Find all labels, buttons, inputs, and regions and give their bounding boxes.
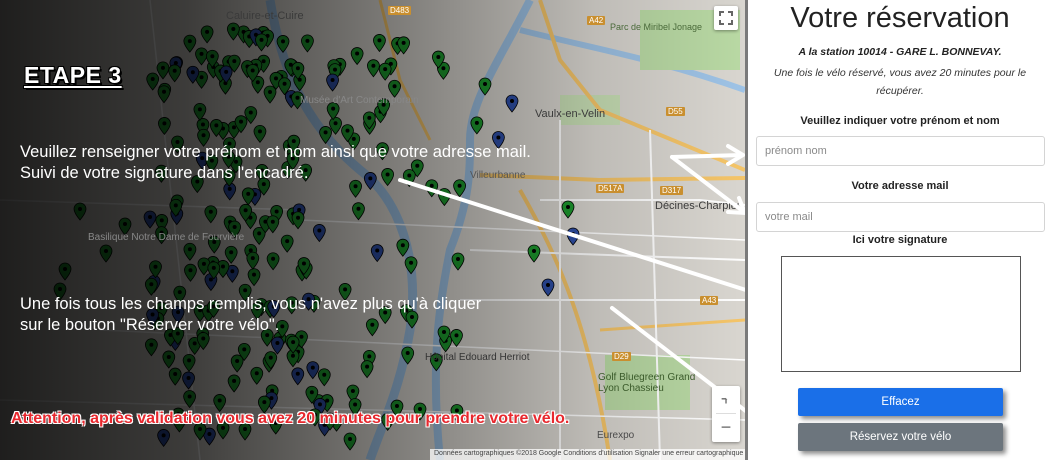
email-label: Votre adresse mail	[851, 180, 949, 192]
map-label-vaulx: Vaulx-en-Velin	[535, 108, 606, 120]
instruction-line: Une fois tous les champs remplis, vous n…	[20, 295, 482, 313]
signature-label: Ici votre signature	[852, 234, 948, 246]
instruction-fields: Veuillez renseigner votre prénom et nom …	[20, 142, 531, 184]
road-label: A43	[700, 296, 719, 305]
station-info: A la station 10014 - GARE L. BONNEVAY.	[798, 46, 1002, 58]
email-input[interactable]	[756, 202, 1045, 232]
road-label: D317	[660, 186, 684, 195]
fullscreen-button[interactable]	[714, 6, 738, 30]
reservation-panel: Votre réservation A la station 10014 - G…	[745, 0, 1049, 460]
step-title: ETAPE 3	[24, 62, 122, 88]
road-label: D517A	[596, 184, 625, 193]
instruction-submit: Une fois tous les champs remplis, vous n…	[20, 294, 481, 336]
zoom-in-button[interactable]: +	[712, 386, 740, 413]
instruction-line: sur le bouton "Réserver votre vélo".	[20, 316, 280, 334]
map-label-basilique: Basilique Notre Dame de Fourvière	[88, 232, 245, 243]
zoom-out-button[interactable]: −	[712, 414, 740, 441]
map-label-eurexpo: Eurexpo	[597, 430, 635, 441]
map-label-miribel: Parc de Miribel Jonage	[610, 22, 703, 32]
fullscreen-icon	[719, 11, 733, 25]
clear-signature-button[interactable]: Effacez	[798, 388, 1003, 416]
reserve-bike-button[interactable]: Réservez votre vélo	[798, 423, 1003, 451]
instruction-line: Veuillez renseigner votre prénom et nom …	[20, 143, 531, 161]
map-label-museum: Musée d'Art Contemporain	[300, 95, 419, 106]
zoom-control: + −	[712, 386, 740, 442]
map-label-golf: Golf Bluegreen Grand Lyon Chassieu	[598, 372, 696, 394]
road-label: D55	[666, 107, 685, 116]
reservation-note: Une fois le vélo réservé, vous avez 20 m…	[773, 67, 1027, 97]
road-label: D29	[612, 352, 631, 361]
instruction-line: Suivi de votre signature dans l'encadré.	[20, 164, 309, 182]
name-input[interactable]	[756, 136, 1045, 166]
map-label-caluire: Caluire-et-Cuire	[226, 10, 304, 22]
signature-canvas[interactable]	[781, 256, 1021, 372]
map-label-hospital: Hôpital Edouard Herriot	[425, 352, 530, 363]
road-label: D483	[388, 6, 412, 15]
panel-title: Votre réservation	[790, 2, 1010, 34]
map-attribution[interactable]: Données cartographiques ©2018 Google Con…	[430, 449, 745, 460]
name-label: Veuillez indiquer votre prénom et nom	[800, 115, 1000, 127]
map-label-decines: Décines-Charpieu	[655, 200, 744, 212]
road-label: A42	[587, 16, 606, 25]
warning-message: Attention, après validation vous avez 20…	[11, 410, 570, 427]
